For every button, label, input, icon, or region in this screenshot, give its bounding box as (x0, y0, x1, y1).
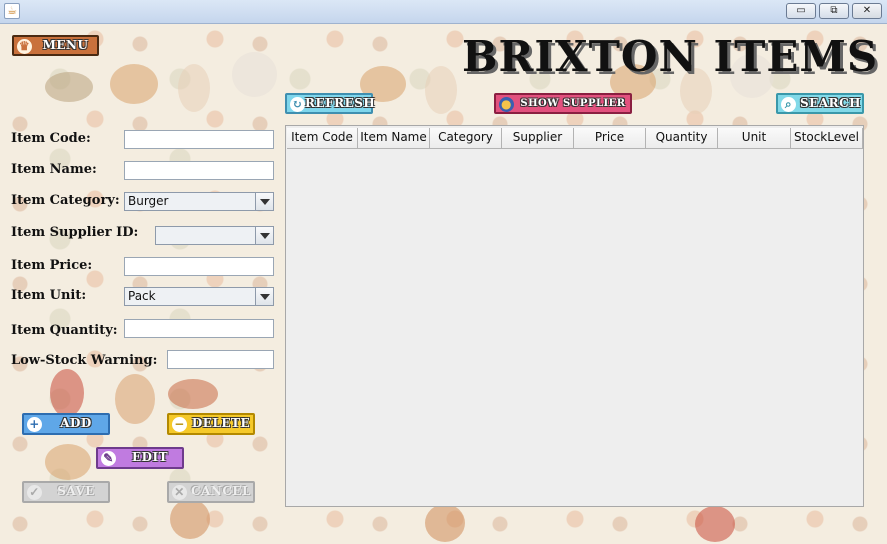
low-stock-label: Low-Stock Warning: (11, 353, 158, 368)
edit-button-label: EDIT (131, 450, 169, 464)
low-stock-field[interactable] (167, 350, 274, 369)
ice-cream-icon (425, 66, 457, 114)
items-table[interactable]: Item Code Item Name Category Supplier Pr… (285, 125, 864, 507)
item-supplier-select[interactable] (155, 226, 274, 245)
item-price-field[interactable] (124, 257, 274, 276)
column-header-price[interactable]: Price (574, 128, 646, 148)
save-button-label: SAVE (57, 484, 95, 498)
item-unit-label: Item Unit: (11, 288, 87, 303)
restore-button[interactable]: ⧉ (819, 3, 849, 19)
item-category-select[interactable]: Burger (124, 192, 274, 211)
ice-cream-icon (178, 64, 210, 112)
table-header: Item Code Item Name Category Supplier Pr… (287, 128, 863, 149)
item-category-label: Item Category: (11, 193, 120, 208)
column-header-unit[interactable]: Unit (718, 128, 791, 148)
column-header-item-name[interactable]: Item Name (358, 128, 430, 148)
item-quantity-label: Item Quantity: (11, 323, 118, 338)
add-button-label: ADD (60, 416, 92, 430)
chevron-down-icon[interactable] (255, 193, 273, 210)
search-icon: ⌕ (781, 97, 796, 112)
drink-icon (695, 506, 735, 542)
item-supplier-label: Item Supplier ID: (11, 225, 139, 240)
column-header-item-code[interactable]: Item Code (287, 128, 358, 148)
column-header-stock-level[interactable]: StockLevel (791, 128, 863, 148)
hotdog-icon (168, 379, 218, 409)
item-code-field[interactable] (124, 130, 274, 149)
column-header-supplier[interactable]: Supplier (502, 128, 574, 148)
main-panel: ♛ MENU BRIXTON ITEMS ↻ REFRESH ● SHOW SU… (0, 24, 887, 544)
chevron-down-icon[interactable] (255, 288, 273, 305)
table-body[interactable] (287, 149, 862, 505)
item-quantity-field[interactable] (124, 319, 274, 338)
minimize-button[interactable]: ▭ (786, 3, 816, 19)
burger-icon (110, 64, 158, 104)
pizza-icon (170, 499, 210, 539)
column-header-quantity[interactable]: Quantity (646, 128, 718, 148)
burger-icon (45, 444, 91, 480)
item-unit-select[interactable]: Pack (124, 287, 274, 306)
salad-icon (45, 72, 93, 102)
refresh-icon: ↻ (290, 97, 305, 112)
pizza-icon (425, 504, 465, 542)
cafe-cup-icon (50, 369, 84, 417)
delete-button-label: DELETE (191, 416, 251, 430)
refresh-button[interactable]: ↻ REFRESH (285, 93, 376, 114)
item-unit-value: Pack (128, 289, 156, 303)
takeout-box-icon (232, 52, 277, 97)
column-header-category[interactable]: Category (430, 128, 502, 148)
item-category-value: Burger (128, 194, 169, 208)
window-titlebar: ☕ ▭ ⧉ ✕ (0, 0, 887, 24)
close-button[interactable]: ✕ (852, 3, 882, 19)
item-price-label: Item Price: (11, 258, 93, 273)
cancel-button-label: CANCEL (191, 484, 251, 498)
delete-button[interactable]: − DELETE (167, 413, 255, 435)
item-code-label: Item Code: (11, 131, 91, 146)
chef-hat-icon: ♛ (17, 39, 32, 54)
item-name-field[interactable] (124, 161, 274, 180)
chevron-down-icon[interactable] (255, 227, 273, 244)
drumstick-icon (115, 374, 155, 424)
menu-button[interactable]: ♛ MENU (12, 35, 99, 56)
edit-document-icon: ✎ (101, 451, 116, 466)
cancel-button[interactable]: ✕ CANCEL (167, 481, 255, 503)
item-name-label: Item Name: (11, 162, 97, 177)
show-supplier-button-label: SHOW SUPPLIER (520, 98, 626, 109)
save-button[interactable]: ✓ SAVE (22, 481, 110, 503)
checkmark-icon: ✓ (27, 485, 42, 500)
refresh-button-label: REFRESH (305, 96, 376, 110)
edit-button[interactable]: ✎ EDIT (96, 447, 184, 469)
show-supplier-button[interactable]: ● SHOW SUPPLIER (494, 93, 632, 114)
menu-button-label: MENU (42, 38, 89, 52)
cancel-x-icon: ✕ (172, 485, 187, 500)
page-title: BRIXTON ITEMS (462, 32, 879, 81)
java-icon: ☕ (4, 3, 20, 19)
search-button-label: SEARCH (800, 96, 861, 110)
search-button[interactable]: ⌕ SEARCH (776, 93, 864, 114)
supplier-person-icon: ● (499, 97, 514, 112)
plus-icon: + (27, 417, 42, 432)
add-button[interactable]: + ADD (22, 413, 110, 435)
minus-icon: − (172, 417, 187, 432)
